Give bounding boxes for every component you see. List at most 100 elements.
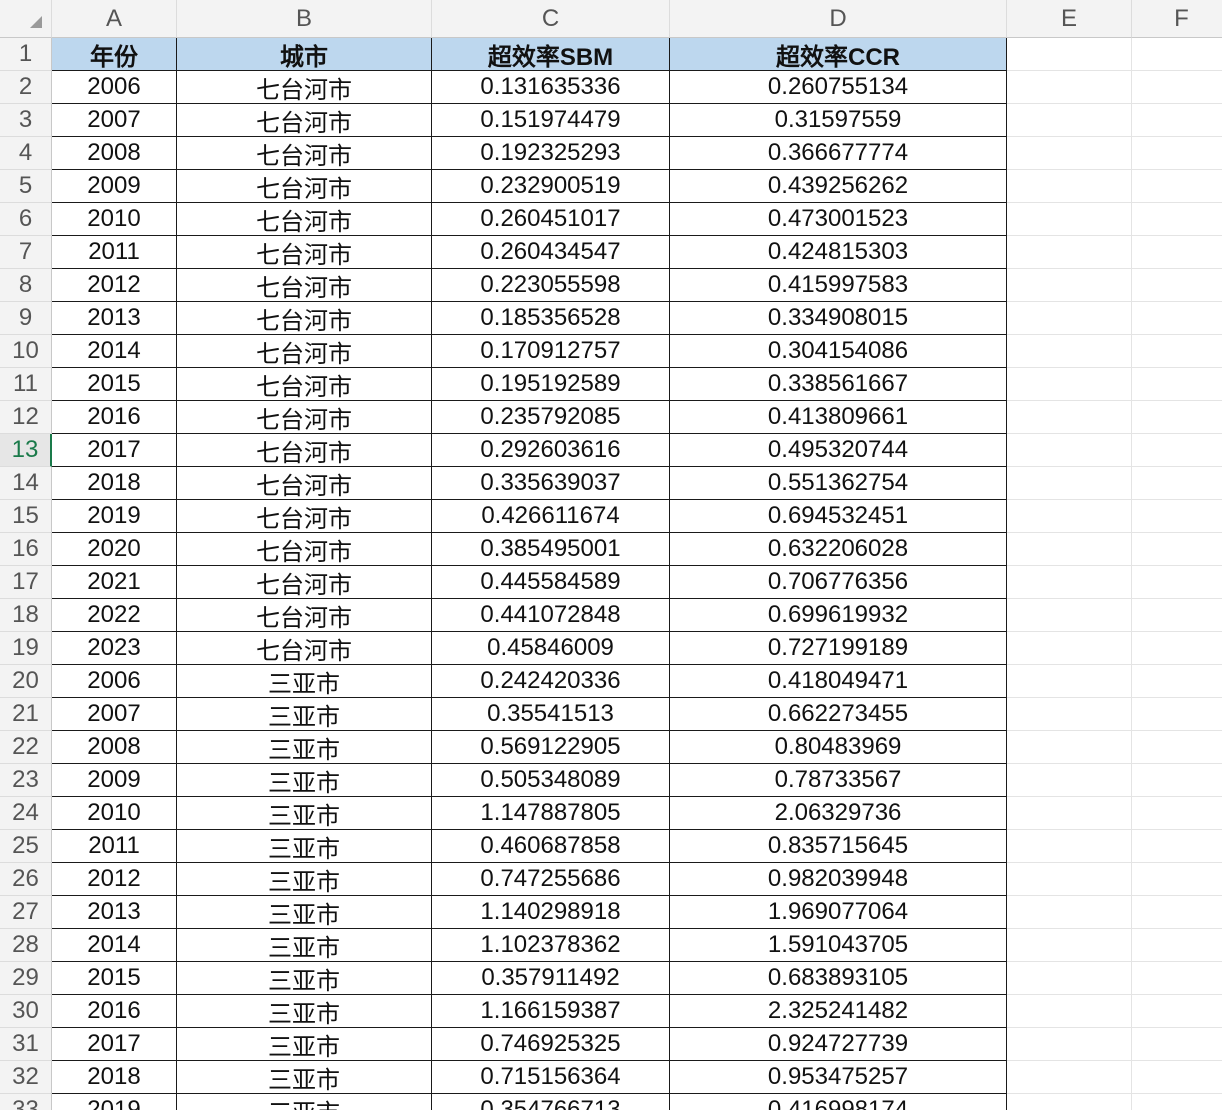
empty-cell[interactable]	[1007, 368, 1132, 401]
empty-cell[interactable]	[1007, 1028, 1132, 1061]
ccr-cell[interactable]: 0.953475257	[670, 1061, 1007, 1094]
sbm-cell[interactable]: 0.195192589	[432, 368, 670, 401]
column-header-f[interactable]: F	[1132, 0, 1222, 38]
empty-cell[interactable]	[1007, 269, 1132, 302]
year-cell[interactable]: 2014	[52, 335, 177, 368]
ccr-cell[interactable]: 0.727199189	[670, 632, 1007, 665]
city-cell[interactable]: 七台河市	[177, 533, 432, 566]
sbm-cell[interactable]: 1.102378362	[432, 929, 670, 962]
empty-cell[interactable]	[1007, 335, 1132, 368]
header-sbm-cell[interactable]: 超效率SBM	[432, 38, 670, 71]
empty-cell[interactable]	[1132, 896, 1222, 929]
city-cell[interactable]: 三亚市	[177, 1028, 432, 1061]
empty-cell[interactable]	[1132, 467, 1222, 500]
column-header-c[interactable]: C	[432, 0, 670, 38]
row-header[interactable]: 24	[0, 797, 52, 830]
row-header[interactable]: 3	[0, 104, 52, 137]
sbm-cell[interactable]: 0.45846009	[432, 632, 670, 665]
year-cell[interactable]: 2010	[52, 797, 177, 830]
empty-cell[interactable]	[1132, 632, 1222, 665]
row-header[interactable]: 6	[0, 203, 52, 236]
spreadsheet-grid[interactable]: A B C D E F 1 年份 城市 超效率SBM 超效率CCR 2 2006 七…	[0, 0, 1222, 1110]
sbm-cell[interactable]: 0.505348089	[432, 764, 670, 797]
ccr-cell[interactable]: 0.632206028	[670, 533, 1007, 566]
city-cell[interactable]: 三亚市	[177, 863, 432, 896]
empty-cell[interactable]	[1007, 203, 1132, 236]
empty-cell[interactable]	[1132, 665, 1222, 698]
sbm-cell[interactable]: 0.235792085	[432, 401, 670, 434]
empty-cell[interactable]	[1007, 698, 1132, 731]
empty-cell[interactable]	[1007, 632, 1132, 665]
year-cell[interactable]: 2019	[52, 1094, 177, 1110]
city-cell[interactable]: 七台河市	[177, 335, 432, 368]
ccr-cell[interactable]: 0.366677774	[670, 137, 1007, 170]
empty-cell[interactable]	[1132, 830, 1222, 863]
empty-cell[interactable]	[1007, 863, 1132, 896]
row-header[interactable]: 14	[0, 467, 52, 500]
row-header[interactable]: 21	[0, 698, 52, 731]
row-header[interactable]: 12	[0, 401, 52, 434]
row-header[interactable]: 11	[0, 368, 52, 401]
empty-cell[interactable]	[1007, 302, 1132, 335]
row-header-1[interactable]: 1	[0, 38, 52, 71]
ccr-cell[interactable]: 0.80483969	[670, 731, 1007, 764]
empty-cell[interactable]	[1007, 962, 1132, 995]
empty-cell[interactable]	[1132, 203, 1222, 236]
ccr-cell[interactable]: 0.924727739	[670, 1028, 1007, 1061]
year-cell[interactable]: 2020	[52, 533, 177, 566]
year-cell[interactable]: 2015	[52, 368, 177, 401]
empty-cell[interactable]	[1132, 797, 1222, 830]
city-cell[interactable]: 七台河市	[177, 71, 432, 104]
sbm-cell[interactable]: 0.426611674	[432, 500, 670, 533]
year-cell[interactable]: 2009	[52, 170, 177, 203]
city-cell[interactable]: 七台河市	[177, 599, 432, 632]
empty-cell[interactable]	[1132, 368, 1222, 401]
city-cell[interactable]: 三亚市	[177, 1061, 432, 1094]
empty-cell[interactable]	[1132, 1028, 1222, 1061]
city-cell[interactable]: 七台河市	[177, 203, 432, 236]
empty-cell[interactable]	[1132, 698, 1222, 731]
empty-cell[interactable]	[1007, 665, 1132, 698]
year-cell[interactable]: 2011	[52, 236, 177, 269]
year-cell[interactable]: 2016	[52, 401, 177, 434]
empty-cell[interactable]	[1007, 71, 1132, 104]
city-cell[interactable]: 三亚市	[177, 731, 432, 764]
year-cell[interactable]: 2010	[52, 203, 177, 236]
ccr-cell[interactable]: 0.413809661	[670, 401, 1007, 434]
empty-cell[interactable]	[1007, 599, 1132, 632]
ccr-cell[interactable]: 2.325241482	[670, 995, 1007, 1028]
year-cell[interactable]: 2018	[52, 1061, 177, 1094]
sbm-cell[interactable]: 1.166159387	[432, 995, 670, 1028]
row-header[interactable]: 2	[0, 71, 52, 104]
year-cell[interactable]: 2018	[52, 467, 177, 500]
ccr-cell[interactable]: 0.835715645	[670, 830, 1007, 863]
ccr-cell[interactable]: 0.334908015	[670, 302, 1007, 335]
ccr-cell[interactable]: 0.415997583	[670, 269, 1007, 302]
sbm-cell[interactable]: 0.354766713	[432, 1094, 670, 1110]
year-cell[interactable]: 2023	[52, 632, 177, 665]
row-header[interactable]: 19	[0, 632, 52, 665]
column-header-b[interactable]: B	[177, 0, 432, 38]
year-cell[interactable]: 2019	[52, 500, 177, 533]
year-cell[interactable]: 2013	[52, 896, 177, 929]
ccr-cell[interactable]: 1.969077064	[670, 896, 1007, 929]
column-header-d[interactable]: D	[670, 0, 1007, 38]
header-ccr-cell[interactable]: 超效率CCR	[670, 38, 1007, 71]
year-cell[interactable]: 2007	[52, 698, 177, 731]
ccr-cell[interactable]: 0.694532451	[670, 500, 1007, 533]
row-header[interactable]: 22	[0, 731, 52, 764]
year-cell[interactable]: 2008	[52, 731, 177, 764]
empty-cell[interactable]	[1132, 962, 1222, 995]
city-cell[interactable]: 七台河市	[177, 632, 432, 665]
ccr-cell[interactable]: 0.439256262	[670, 170, 1007, 203]
city-cell[interactable]: 三亚市	[177, 764, 432, 797]
city-cell[interactable]: 七台河市	[177, 269, 432, 302]
row-header[interactable]: 5	[0, 170, 52, 203]
ccr-cell[interactable]: 0.699619932	[670, 599, 1007, 632]
select-all-button[interactable]	[0, 0, 52, 38]
year-cell[interactable]: 2017	[52, 434, 177, 467]
ccr-cell[interactable]: 0.31597559	[670, 104, 1007, 137]
empty-cell[interactable]	[1132, 302, 1222, 335]
city-cell[interactable]: 七台河市	[177, 434, 432, 467]
empty-cell[interactable]	[1132, 533, 1222, 566]
